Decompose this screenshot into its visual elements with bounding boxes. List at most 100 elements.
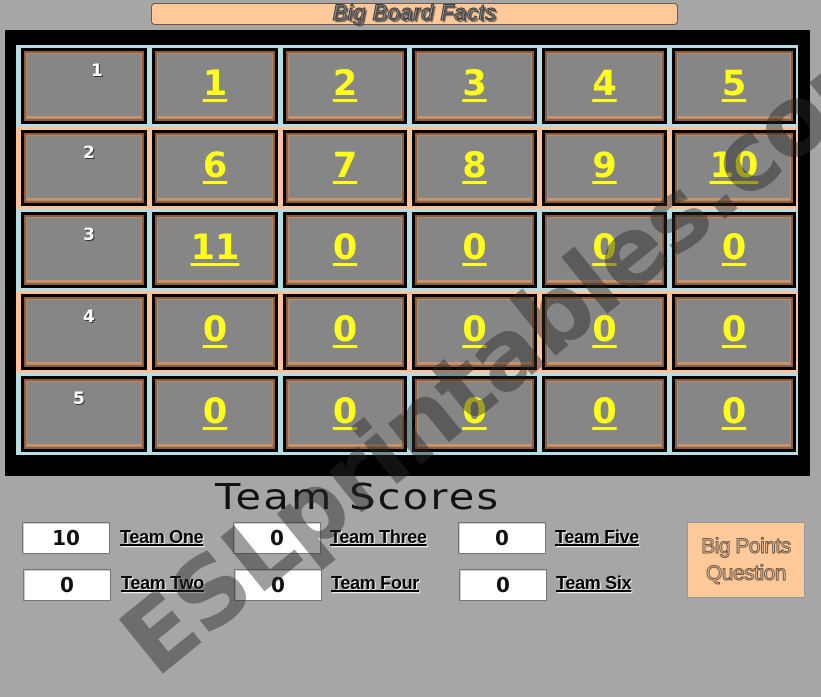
row-label: 2 [83,143,95,163]
board-cell-inner: 1 [155,51,275,121]
board-cell-inner: 0 [415,297,534,367]
board-cell-inner: 11 [155,215,275,285]
game-board-frame: 1 1 2 3 4 5 2 6 7 8 9 10 3 11 0 0 0 0 4 0 0 0 0 0 5 0 0 0 0 0 [5,30,810,476]
board-cell[interactable]: 8 [412,130,537,206]
board-cell-link[interactable]: 10 [710,146,759,186]
board-cell[interactable]: 0 [672,294,796,370]
row-label: 3 [83,225,95,245]
board-cell-link[interactable]: 0 [203,310,227,350]
board-cell[interactable]: 0 [672,376,796,452]
board-cell-link[interactable]: 8 [462,146,486,186]
board-cell-inner: 9 [545,133,664,203]
board-row: 1 1 2 3 4 5 [16,45,798,127]
board-row: 2 6 7 8 9 10 [16,127,798,209]
big-points-label-line2: Question [705,562,787,586]
board-cell[interactable]: 2 [283,48,407,124]
row-label-cell-inner: 4 [24,297,144,367]
board-row: 4 0 0 0 0 0 [16,291,798,373]
board-cell-link[interactable]: 0 [592,228,616,268]
board-cell-inner: 0 [155,297,275,367]
board-cell-link[interactable]: 0 [203,392,227,432]
team-five-link[interactable]: Team Five [555,527,639,548]
board-cell[interactable]: 4 [542,48,667,124]
team-scores-title: Team Scores [215,477,501,518]
team-five-score[interactable]: 0 [458,522,546,554]
board-cell-link[interactable]: 2 [333,64,357,104]
row-label: 5 [73,389,85,409]
board-cell-inner: 7 [286,133,404,203]
board-cell-inner: 0 [415,379,534,449]
team-one-link[interactable]: Team One [120,527,204,548]
board-cell-link[interactable]: 0 [592,310,616,350]
row-label-cell-inner: 5 [24,379,144,449]
board-cell-link[interactable]: 0 [462,228,486,268]
board-cell-inner: 0 [675,379,793,449]
row-label-cell: 4 [21,294,147,370]
board-cell-inner: 3 [415,51,534,121]
board-cell[interactable]: 3 [412,48,537,124]
team-six-score[interactable]: 0 [459,569,547,601]
team-four-link[interactable]: Team Four [331,573,419,594]
board-cell-link[interactable]: 0 [592,392,616,432]
board-cell-link[interactable]: 0 [722,310,746,350]
board-cell[interactable]: 0 [412,294,537,370]
board-cell[interactable]: 0 [412,212,537,288]
board-cell-inner: 0 [155,379,275,449]
board-cell-link[interactable]: 11 [191,228,240,268]
game-board: 1 1 2 3 4 5 2 6 7 8 9 10 3 11 0 0 0 0 4 0 0 0 0 0 5 0 0 0 0 0 [16,45,798,457]
board-cell[interactable]: 9 [542,130,667,206]
board-cell-link[interactable]: 0 [333,310,357,350]
board-cell[interactable]: 0 [283,376,407,452]
row-label-cell: 1 [21,48,147,124]
board-cell[interactable]: 0 [152,376,278,452]
board-cell-inner: 0 [545,297,664,367]
board-cell[interactable]: 0 [283,294,407,370]
board-cell-inner: 0 [675,215,793,285]
board-cell-link[interactable]: 7 [333,146,357,186]
team-six-link[interactable]: Team Six [556,573,632,594]
board-cell-link[interactable]: 4 [592,64,616,104]
board-cell-link[interactable]: 0 [333,392,357,432]
board-cell-link[interactable]: 9 [592,146,616,186]
board-cell[interactable]: 10 [672,130,796,206]
board-cell[interactable]: 0 [283,212,407,288]
board-cell[interactable]: 0 [152,294,278,370]
team-one-score[interactable]: 10 [22,522,110,554]
board-cell-link[interactable]: 0 [462,310,486,350]
page-title: Big Board Facts [332,0,497,25]
board-cell-inner: 4 [545,51,664,121]
board-cell[interactable]: 6 [152,130,278,206]
board-cell-link[interactable]: 6 [203,146,227,186]
board-cell-link[interactable]: 1 [203,64,227,104]
board-cell-link[interactable]: 0 [333,228,357,268]
row-label: 4 [83,307,95,327]
board-cell-inner: 0 [286,215,404,285]
board-cell[interactable]: 0 [672,212,796,288]
board-cell-link[interactable]: 0 [462,392,486,432]
board-cell[interactable]: 0 [542,294,667,370]
board-cell-inner: 2 [286,51,404,121]
board-row: 3 11 0 0 0 0 [16,209,798,291]
board-cell[interactable]: 0 [542,212,667,288]
team-two-score[interactable]: 0 [23,569,111,601]
board-cell-link[interactable]: 0 [722,228,746,268]
big-points-question-button[interactable]: Big Points Question [687,522,805,598]
board-cell[interactable]: 7 [283,130,407,206]
team-four-score[interactable]: 0 [234,569,322,601]
board-cell[interactable]: 0 [412,376,537,452]
team-two-link[interactable]: Team Two [121,573,204,594]
board-cell-inner: 0 [286,297,404,367]
team-three-link[interactable]: Team Three [330,527,427,548]
board-row: 5 0 0 0 0 0 [16,373,798,455]
board-cell[interactable]: 1 [152,48,278,124]
board-cell-link[interactable]: 0 [722,392,746,432]
row-label-cell: 3 [21,212,147,288]
board-cell[interactable]: 11 [152,212,278,288]
row-label-cell: 2 [21,130,147,206]
row-label-cell: 5 [21,376,147,452]
board-cell[interactable]: 0 [542,376,667,452]
board-cell-link[interactable]: 5 [722,64,746,104]
board-cell-link[interactable]: 3 [462,64,486,104]
team-three-score[interactable]: 0 [233,522,321,554]
board-cell[interactable]: 5 [672,48,796,124]
